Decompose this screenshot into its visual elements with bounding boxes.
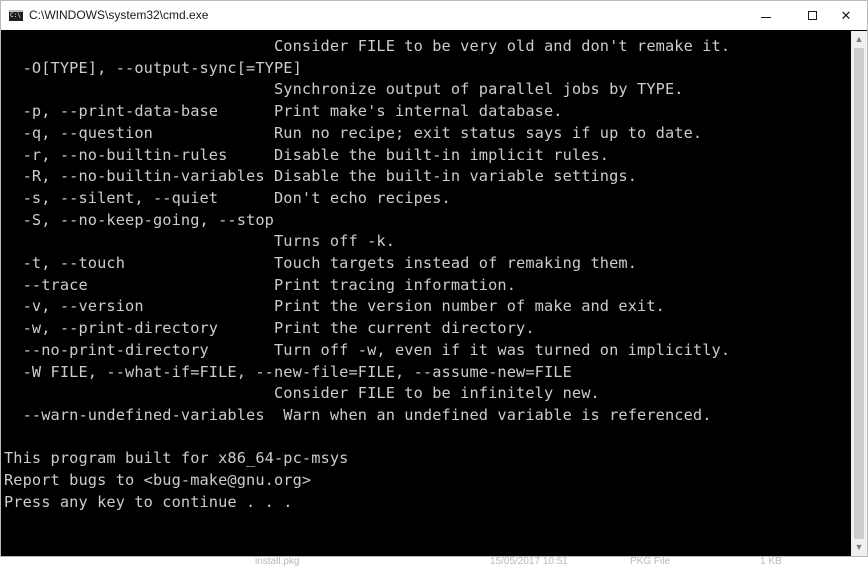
console-line: -r, --no-builtin-rules Disable the built…	[4, 145, 610, 164]
minimize-button[interactable]	[743, 1, 789, 30]
console-text: Consider FILE to be very old and don't r…	[4, 36, 730, 513]
console-line: Turns off -k.	[4, 232, 395, 251]
console-line: --trace Print tracing information.	[4, 275, 517, 294]
background-file-date: 15/05/2017 10:51	[490, 556, 568, 567]
close-button[interactable]: ✕	[823, 1, 868, 30]
console-line: Consider FILE to be infinitely new.	[4, 384, 600, 403]
console-line: Report bugs to <bug-make@gnu.org>	[4, 471, 312, 490]
console-line: -w, --print-directory Print the current …	[4, 319, 535, 338]
scroll-down-arrow-icon[interactable]: ▼	[851, 539, 867, 556]
background-file-size: 1 KB	[760, 556, 782, 567]
background-file-list-row: install.pkg 15/05/2017 10:51 PKG File 1 …	[0, 556, 868, 568]
title-bar[interactable]: C:\ C:\WINDOWS\system32\cmd.exe ✕	[1, 1, 867, 30]
console-line: -W FILE, --what-if=FILE, --new-file=FILE…	[4, 362, 572, 381]
console-line: Press any key to continue . . .	[4, 492, 293, 511]
vertical-scrollbar[interactable]: ▲ ▼	[851, 31, 867, 556]
background-file-type: PKG File	[630, 556, 671, 567]
scroll-up-arrow-icon[interactable]: ▲	[851, 31, 867, 48]
scroll-thumb[interactable]	[854, 48, 864, 539]
console-line: -p, --print-data-base Print make's inter…	[4, 102, 563, 121]
window-title: C:\WINDOWS\system32\cmd.exe	[29, 8, 209, 22]
console-line: -R, --no-builtin-variables Disable the b…	[4, 167, 638, 186]
close-icon: ✕	[840, 7, 852, 23]
minimize-icon	[761, 17, 771, 18]
console-line: Synchronize output of parallel jobs by T…	[4, 80, 684, 99]
console-line: -q, --question Run no recipe; exit statu…	[4, 123, 703, 142]
console-line: -v, --version Print the version number o…	[4, 297, 665, 316]
console-line: -t, --touch Touch targets instead of rem…	[4, 254, 638, 273]
background-file-name: install.pkg	[255, 556, 300, 567]
console-line: Consider FILE to be very old and don't r…	[4, 37, 731, 55]
console-line: This program built for x86_64-pc-msys	[4, 449, 349, 468]
console-line: -S, --no-keep-going, --stop	[4, 210, 274, 229]
console-line: -O[TYPE], --output-sync[=TYPE]	[4, 58, 302, 77]
console-line: --no-print-directory Turn off -w, even i…	[4, 340, 731, 359]
console-line: -s, --silent, --quiet Don't echo recipes…	[4, 188, 451, 207]
cmd-app-icon[interactable]: C:\	[9, 10, 23, 21]
maximize-icon	[807, 11, 817, 20]
console-output[interactable]: Consider FILE to be very old and don't r…	[1, 31, 851, 556]
cmd-window: C:\ C:\WINDOWS\system32\cmd.exe ✕ Consid…	[0, 0, 868, 557]
console-line: --warn-undefined-variables Warn when an …	[4, 405, 712, 424]
